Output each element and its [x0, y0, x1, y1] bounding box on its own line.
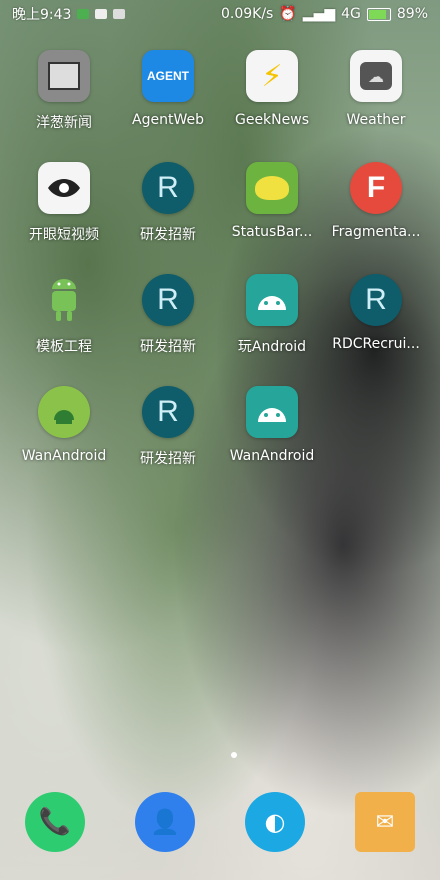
android-robot-icon [38, 274, 90, 326]
app-row: 模板工程 R 研发招新 玩Android R RDCRecrui... [0, 274, 440, 356]
browser-icon: ◐ [264, 808, 286, 836]
android-grid-icon [246, 274, 298, 326]
app-row: WanAndroid R 研发招新 WanAndroid [0, 386, 440, 468]
agentweb-icon: AGENT [142, 50, 194, 102]
app-statusbar[interactable]: StatusBar... [220, 162, 324, 244]
app-grid: 洋葱新闻 AGENT AgentWeb ⚡ GeekNews ☁ Weather [0, 50, 440, 498]
contacts-icon: 👤 [150, 808, 180, 836]
messages-app[interactable]: ✉ [355, 792, 415, 852]
notification-icon [113, 9, 126, 19]
app-row: 开眼短视频 R 研发招新 StatusBar... F Fragmenta... [0, 162, 440, 244]
browser-app[interactable]: ◐ [245, 792, 305, 852]
android-circle-icon [38, 386, 90, 438]
app-label: WanAndroid [21, 448, 107, 464]
app-row: 洋葱新闻 AGENT AgentWeb ⚡ GeekNews ☁ Weather [0, 50, 440, 132]
app-wan-android[interactable]: 玩Android [220, 274, 324, 356]
network-type: 4G [341, 6, 361, 22]
dock: 📞 👤 ◐ ✉ [0, 792, 440, 852]
app-label: AgentWeb [132, 112, 204, 128]
battery-icon [366, 7, 391, 21]
r-logo-icon: R [142, 162, 194, 214]
geeknews-icon: ⚡ [246, 50, 298, 102]
chameleon-icon [246, 162, 298, 214]
r-logo-icon: R [142, 386, 194, 438]
messages-icon: ✉ [375, 809, 395, 835]
app-agentweb[interactable]: AGENT AgentWeb [116, 50, 220, 132]
app-label: 研发招新 [140, 227, 196, 243]
app-label: 研发招新 [140, 451, 196, 467]
app-label: 研发招新 [140, 339, 196, 355]
app-label: Fragmenta... [331, 224, 421, 240]
app-wanandroid-2[interactable]: WanAndroid [220, 386, 324, 468]
app-rdc-recruit[interactable]: R RDCRecrui... [324, 274, 428, 356]
alarm-icon: ⏰ [279, 6, 297, 22]
signal-icon: ▂▄▆ [302, 6, 336, 22]
app-fragmentation[interactable]: F Fragmenta... [324, 162, 428, 244]
f-logo-icon: F [350, 162, 402, 214]
app-rd-recruit[interactable]: R 研发招新 [116, 274, 220, 356]
network-speed: 0.09K/s [220, 6, 274, 22]
app-label: 模板工程 [36, 339, 92, 355]
page-indicator [231, 752, 237, 758]
phone-icon: 📞 [38, 807, 72, 837]
notification-icon [77, 9, 90, 19]
r-logo-icon: R [142, 274, 194, 326]
app-label: RDCRecrui... [332, 336, 420, 352]
android-grid-icon [246, 386, 298, 438]
clock: 晚上9:43 [12, 7, 72, 23]
app-rd-recruit[interactable]: R 研发招新 [116, 162, 220, 244]
app-eye-video[interactable]: 开眼短视频 [12, 162, 116, 244]
app-weather[interactable]: ☁ Weather [324, 50, 428, 132]
app-geeknews[interactable]: ⚡ GeekNews [220, 50, 324, 132]
app-rd-recruit[interactable]: R 研发招新 [116, 386, 220, 468]
app-wanandroid[interactable]: WanAndroid [12, 386, 116, 468]
battery-percent: 89% [396, 6, 428, 22]
app-label: Weather [346, 112, 406, 128]
app-template-project[interactable]: 模板工程 [12, 274, 116, 356]
app-label: 玩Android [237, 339, 307, 355]
app-label: WanAndroid [229, 448, 315, 464]
phone-app[interactable]: 📞 [25, 792, 85, 852]
status-bar: 晚上9:43 0.09K/s ⏰ ▂▄▆ 4G 89% [0, 0, 440, 28]
eye-icon [38, 162, 90, 214]
onion-news-icon [38, 50, 90, 102]
app-label: 洋葱新闻 [36, 115, 92, 131]
notification-icon [95, 9, 108, 19]
r-logo-icon: R [350, 274, 402, 326]
app-label: GeekNews [234, 112, 309, 128]
app-label: 开眼短视频 [29, 227, 99, 243]
weather-icon: ☁ [350, 50, 402, 102]
app-label: StatusBar... [231, 224, 313, 240]
app-onion-news[interactable]: 洋葱新闻 [12, 50, 116, 132]
contacts-app[interactable]: 👤 [135, 792, 195, 852]
